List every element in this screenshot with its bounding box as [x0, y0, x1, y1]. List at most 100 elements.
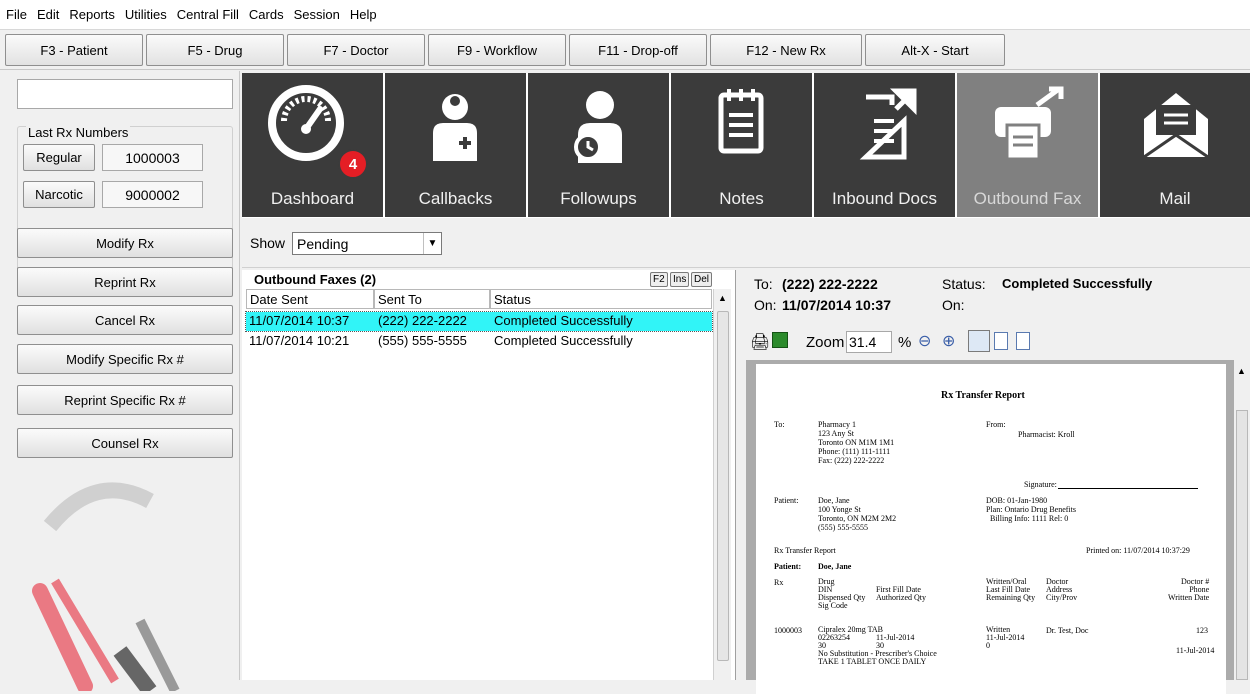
doctor-button[interactable]: F7 - Doctor: [287, 34, 425, 66]
report-col-rx: Rx: [774, 578, 784, 587]
column-header-status[interactable]: Status: [490, 289, 712, 309]
del-button[interactable]: Del: [691, 272, 713, 287]
actual-size-icon[interactable]: [1016, 332, 1030, 350]
report-to-label: To:: [774, 420, 785, 429]
left-panel: Last Rx Numbers Regular 1000003 Narcotic…: [0, 71, 240, 691]
zoom-in-icon[interactable]: ⊕: [942, 331, 955, 351]
start-button[interactable]: Alt-X - Start: [865, 34, 1005, 66]
viewer-scrollbar[interactable]: ▲: [1234, 360, 1250, 680]
on2-label: On:: [942, 297, 965, 313]
search-input[interactable]: [17, 79, 233, 109]
zoom-label: Zoom: [806, 334, 845, 351]
reprint-rx-button[interactable]: Reprint Rx: [17, 267, 233, 297]
dropoff-button[interactable]: F11 - Drop-off: [569, 34, 707, 66]
report-printed-on: Printed on: 11/07/2014 10:37:29: [1086, 546, 1190, 555]
report-patient-bold-label: Patient:: [774, 562, 802, 571]
patient-button[interactable]: F3 - Patient: [5, 34, 143, 66]
status-label: Status:: [942, 276, 986, 292]
zoom-out-icon[interactable]: ⊖: [918, 331, 931, 351]
gauge-icon: [268, 85, 344, 161]
outbound-fax-tile[interactable]: Outbound Fax: [957, 73, 1098, 217]
to-label: To:: [754, 276, 773, 292]
followups-tile[interactable]: Followups: [528, 73, 669, 217]
fit-page-icon[interactable]: [968, 330, 990, 352]
function-key-bar: F3 - Patient F5 - Drug F7 - Doctor F9 - …: [0, 30, 1250, 70]
document-viewer[interactable]: Rx Transfer Report To: Pharmacy 1 123 An…: [746, 360, 1250, 694]
report-to-address: Pharmacy 1 123 Any St Toronto ON M1M 1M1…: [818, 420, 895, 465]
menu-help[interactable]: Help: [350, 7, 377, 22]
menu-edit[interactable]: Edit: [37, 7, 59, 22]
report-row-doctor: Dr. Test, Doc: [1046, 626, 1089, 635]
envelope-icon: [1143, 93, 1209, 159]
fit-width-icon[interactable]: [994, 332, 1008, 350]
report-title: Rx Transfer Report: [941, 390, 1025, 401]
modify-specific-rx-button[interactable]: Modify Specific Rx #: [17, 344, 233, 374]
narcotic-button[interactable]: Narcotic: [23, 181, 95, 208]
table-row[interactable]: 11/07/2014 10:21 (555) 555-5555 Complete…: [246, 332, 712, 351]
regular-button[interactable]: Regular: [23, 144, 95, 171]
report-from-label: From:: [986, 420, 1006, 429]
module-toolbar: 4 Dashboard Callbacks Followups Notes In…: [242, 73, 1250, 218]
export-icon[interactable]: [772, 332, 788, 348]
fax-detail: To: (222) 222-2222 On: 11/07/2014 10:37 …: [746, 270, 1250, 322]
on-label: On:: [754, 297, 777, 313]
zoom-input[interactable]: 31.4: [846, 331, 892, 353]
menu-cards[interactable]: Cards: [249, 7, 284, 22]
kroll-logo: [32, 482, 180, 691]
report-col-drug: Drug DIN Dispensed Qty Sig Code: [818, 577, 866, 610]
scrollbar-thumb[interactable]: [717, 311, 729, 661]
mail-tile[interactable]: Mail: [1100, 73, 1250, 217]
menu-utilities[interactable]: Utilities: [125, 7, 167, 22]
print-icon[interactable]: 🖨: [750, 332, 770, 352]
report-col-doctor: Doctor Address City/Prov: [1046, 577, 1078, 602]
report-row-docnum: 123: [1196, 626, 1208, 635]
menu-session[interactable]: Session: [294, 7, 340, 22]
column-header-date-sent[interactable]: Date Sent: [246, 289, 374, 309]
doctor-icon: [433, 94, 477, 161]
signature-line: [1058, 488, 1198, 489]
callbacks-label: Callbacks: [418, 189, 493, 208]
filter-bar: Show Pending ▼: [242, 220, 1250, 268]
fax-list-scrollbar[interactable]: ▲: [713, 289, 731, 680]
scroll-up-icon[interactable]: ▲: [718, 293, 727, 303]
inbound-docs-tile[interactable]: Inbound Docs: [814, 73, 955, 217]
viewer-scroll-up-icon[interactable]: ▲: [1237, 366, 1246, 376]
report-row-date: 11-Jul-2014: [1176, 646, 1215, 655]
menu-central-fill[interactable]: Central Fill: [177, 7, 239, 22]
menu-file[interactable]: File: [6, 7, 27, 22]
show-label: Show: [250, 235, 286, 251]
modify-rx-button[interactable]: Modify Rx: [17, 228, 233, 258]
report-page: Rx Transfer Report To: Pharmacy 1 123 An…: [756, 364, 1226, 694]
reprint-specific-rx-button[interactable]: Reprint Specific Rx #: [17, 385, 233, 415]
date-sent-cell: 11/07/2014 10:37: [249, 313, 350, 328]
dashboard-tile[interactable]: 4 Dashboard: [242, 73, 383, 217]
outbound-fax-label: Outbound Fax: [973, 189, 1082, 208]
report-subtitle: Rx Transfer Report: [774, 546, 836, 555]
percent-label: %: [898, 334, 912, 351]
report-patient-address: Doe, Jane 100 Yonge St Toronto, ON M2M 2…: [818, 496, 897, 532]
report-col-fill: First Fill Date Authorized Qty: [876, 585, 926, 602]
notes-tile[interactable]: Notes: [671, 73, 812, 217]
workflow-button[interactable]: F9 - Workflow: [428, 34, 566, 66]
viewer-scrollbar-thumb[interactable]: [1236, 410, 1248, 680]
f2-button[interactable]: F2: [650, 272, 668, 287]
report-row-rx: 1000003: [774, 626, 802, 635]
show-filter-select[interactable]: Pending ▼: [292, 232, 442, 255]
followups-label: Followups: [560, 189, 637, 208]
table-row[interactable]: 11/07/2014 10:37 (222) 222-2222 Complete…: [245, 311, 713, 332]
new-rx-button[interactable]: F12 - New Rx: [710, 34, 862, 66]
callbacks-tile[interactable]: Callbacks: [385, 73, 526, 217]
column-header-sent-to[interactable]: Sent To: [374, 289, 490, 309]
date-sent-cell: 11/07/2014 10:21: [249, 333, 350, 348]
menu-reports[interactable]: Reports: [69, 7, 115, 22]
drug-button[interactable]: F5 - Drug: [146, 34, 284, 66]
menu-bar: File Edit Reports Utilities Central Fill…: [0, 0, 1250, 30]
chevron-down-icon[interactable]: ▼: [423, 233, 441, 254]
cancel-rx-button[interactable]: Cancel Rx: [17, 305, 233, 335]
report-signature-label: Signature:: [1024, 480, 1057, 489]
show-filter-value: Pending: [297, 235, 349, 252]
sent-to-cell: (222) 222-2222: [378, 313, 467, 328]
to-value: (222) 222-2222: [782, 276, 878, 292]
ins-button[interactable]: Ins: [670, 272, 690, 287]
narcotic-rx-number: 9000002: [102, 181, 203, 208]
